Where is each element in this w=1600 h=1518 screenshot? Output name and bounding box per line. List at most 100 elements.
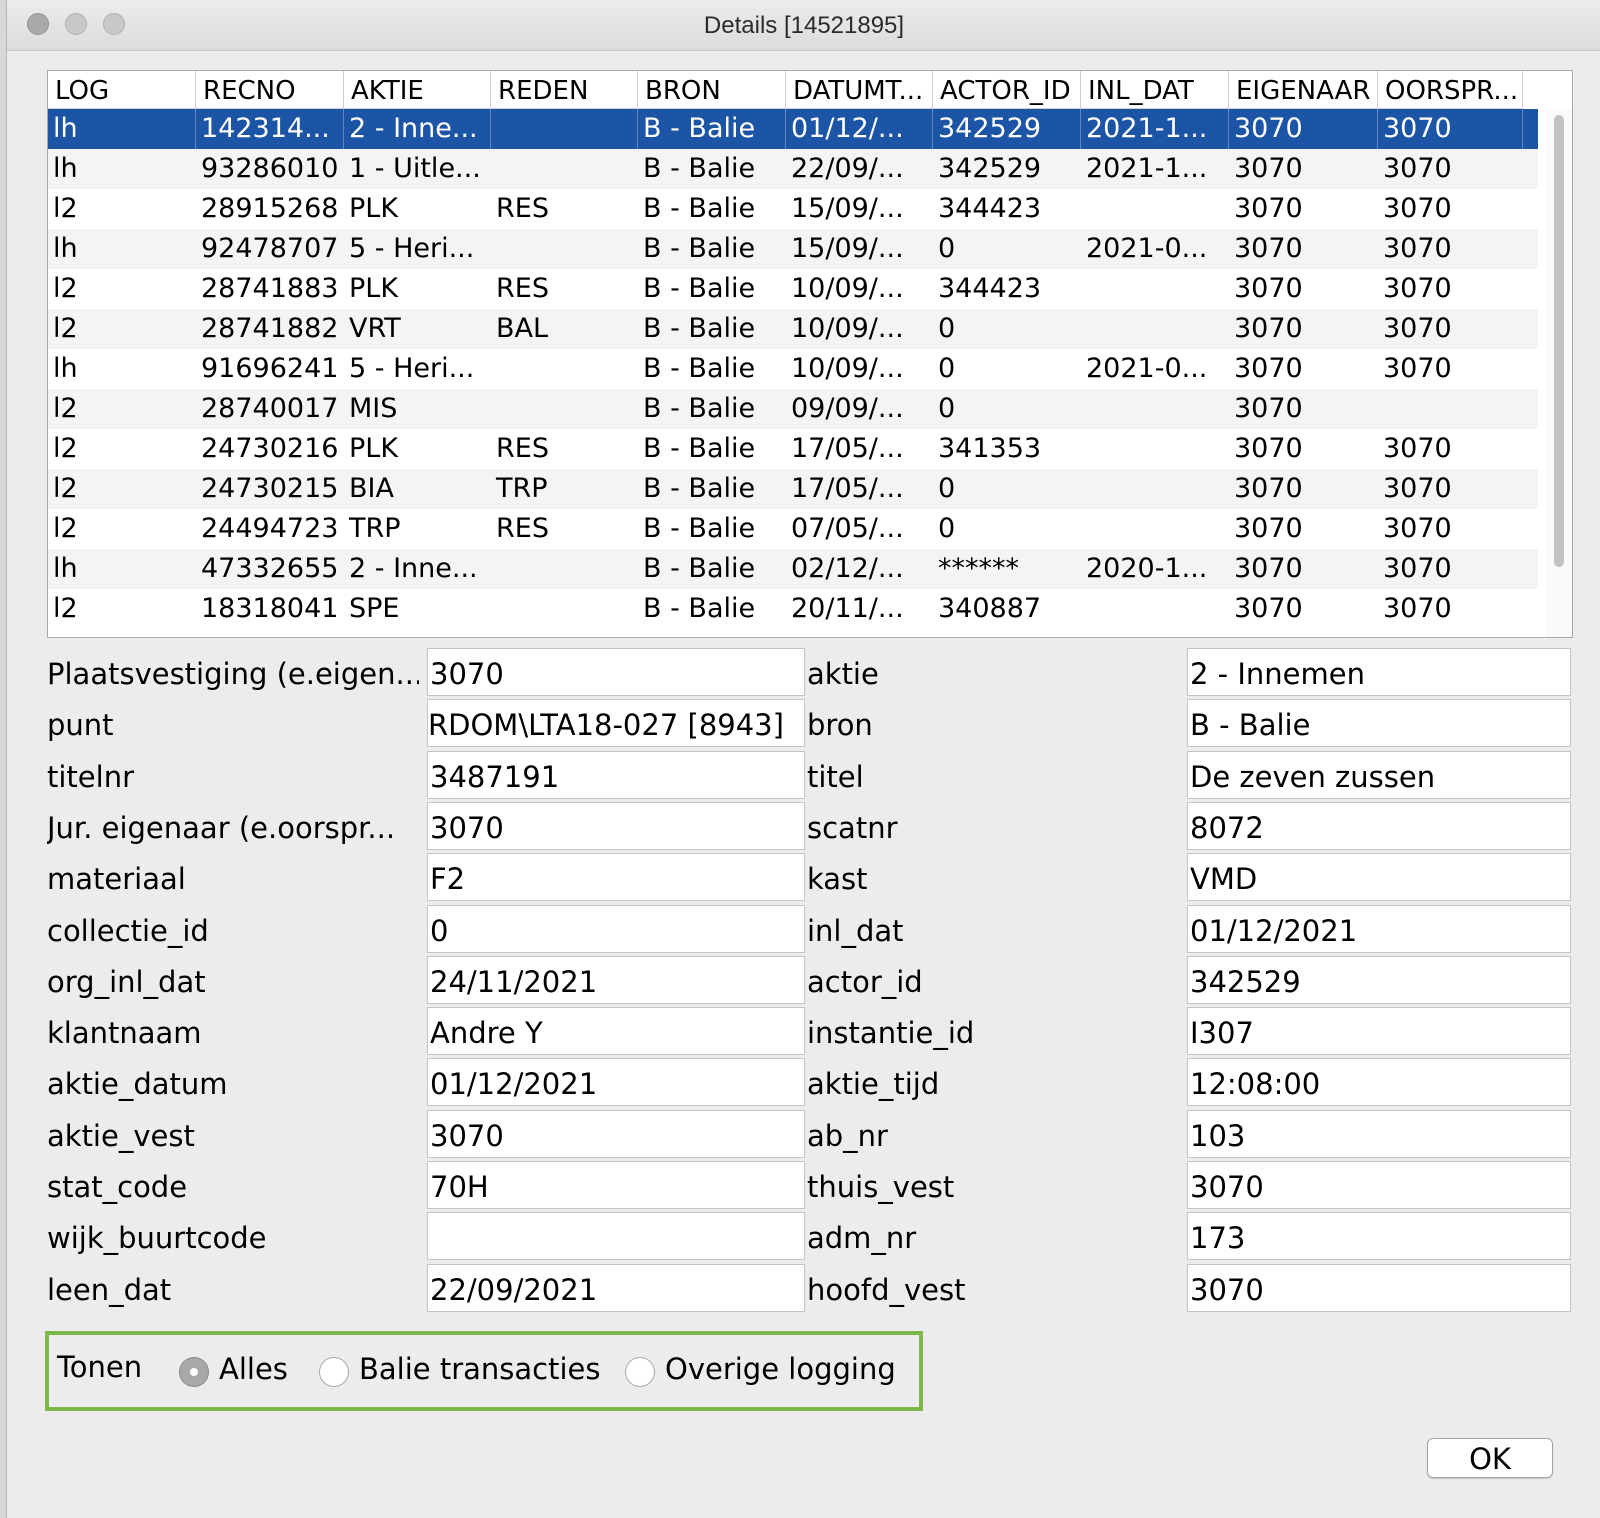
field-wijk-buurtcode[interactable]	[427, 1212, 805, 1260]
table-cell: 28741882	[201, 313, 339, 344]
table-scrollbar[interactable]	[1546, 109, 1572, 637]
field-ab-nr[interactable]: 103	[1187, 1110, 1571, 1158]
field-klantnaam[interactable]: Andre Y	[427, 1007, 805, 1055]
table-cell: 47332655	[201, 553, 339, 584]
table-row[interactable]: lh 91696241 5 - Heri... B - Balie 10/09/... 0…	[48, 349, 1538, 389]
table-row[interactable]: l2 24730216 PLK RES B - Balie 17/05/... 341353…	[48, 429, 1538, 469]
label-stat-code: stat_code	[47, 1170, 188, 1204]
window-title: Details [14521895]	[703, 12, 905, 39]
log-table[interactable]: LOG RECNO AKTIE REDEN BRON DATUMT... ACTOR_ID I…	[47, 70, 1573, 638]
table-cell	[491, 589, 638, 629]
table-cell: l2	[53, 313, 78, 344]
field-bron[interactable]: B - Balie	[1187, 699, 1571, 747]
radio-alles-label[interactable]: Alles	[219, 1349, 288, 1389]
label-org-inl-dat: org_inl_dat	[47, 965, 206, 999]
table-cell	[1081, 309, 1229, 349]
field-thuis-vest[interactable]: 3070	[1187, 1161, 1571, 1209]
table-row[interactable]: lh 93286010 1 - Uitle... B - Balie 22/09/...…	[48, 149, 1538, 189]
scrollbar-thumb[interactable]	[1554, 115, 1564, 567]
field-inl-dat[interactable]: 01/12/2021	[1187, 905, 1571, 953]
column-header[interactable]: REDEN	[491, 71, 638, 109]
table-cell: 2 - Inne...	[349, 553, 478, 584]
table-cell: 24494723	[201, 513, 339, 544]
table-row[interactable]: l2 18318041 SPE B - Balie 20/11/... 340887 307…	[48, 589, 1538, 629]
column-header[interactable]: OORSPR...	[1378, 71, 1523, 109]
field-aktie-tijd[interactable]: 12:08:00	[1187, 1058, 1571, 1106]
field-titel[interactable]: De zeven zussen	[1187, 751, 1571, 799]
table-cell	[491, 109, 638, 149]
column-header[interactable]: DATUMT...	[786, 71, 933, 109]
table-cell: 342529	[938, 153, 1042, 184]
table-cell: l2	[53, 593, 78, 624]
field-scatnr[interactable]: 8072	[1187, 802, 1571, 850]
radio-overige-logging[interactable]	[625, 1357, 655, 1387]
field-leen-dat[interactable]: 22/09/2021	[427, 1264, 805, 1312]
table-cell: 344423	[938, 193, 1042, 224]
column-header[interactable]: RECNO	[196, 71, 344, 109]
field-kast[interactable]: VMD	[1187, 853, 1571, 901]
table-cell: 0	[938, 233, 956, 264]
table-row[interactable]: l2 28915268 PLK RES B - Balie 15/09/... 344423…	[48, 189, 1538, 229]
radio-overige-logging-label[interactable]: Overige logging	[665, 1349, 896, 1389]
label-instantie-id: instantie_id	[807, 1016, 975, 1050]
table-cell: 342529	[933, 109, 1081, 149]
table-cell: B - Balie	[643, 153, 756, 184]
ok-button[interactable]: OK	[1427, 1438, 1553, 1478]
table-row[interactable]: l2 28740017 MIS B - Balie 09/09/... 0 3070	[48, 389, 1538, 429]
field-org-inl-dat[interactable]: 24/11/2021	[427, 956, 805, 1004]
field-stat-code[interactable]: 70H	[427, 1161, 805, 1209]
table-row[interactable]: l2 24494723 TRP RES B - Balie 07/05/... 0 3070 3…	[48, 509, 1538, 549]
table-cell: 0	[938, 473, 956, 504]
table-cell: B - Balie	[643, 473, 756, 504]
field-adm-nr[interactable]: 173	[1187, 1212, 1571, 1260]
table-row[interactable]: l2 24730215 BIA TRP B - Balie 17/05/... 0 3070 3…	[48, 469, 1538, 509]
field-plaatsvestiging-e-eigen[interactable]: 3070	[427, 648, 805, 696]
column-header[interactable]: AKTIE	[344, 71, 491, 109]
table-row[interactable]: l2 28741882 VRT BAL B - Balie 10/09/... 0 3070 3…	[48, 309, 1538, 349]
field-jur-eigenaar-e-oorspr[interactable]: 3070	[427, 802, 805, 850]
table-cell: 2021-0...	[1086, 233, 1208, 264]
title-bar[interactable]: Details [14521895]	[7, 0, 1600, 51]
table-cell: 341353	[938, 433, 1042, 464]
table-cell: 0	[938, 513, 956, 544]
table-cell: BAL	[496, 313, 549, 344]
table-row[interactable]: lh 142314... 2 - Inne... B - Balie 01/12/...…	[48, 109, 1538, 149]
details-dialog: Details [14521895] LOG RECNO AKTIE REDEN BRO…	[6, 0, 1600, 1518]
column-header[interactable]: ACTOR_ID	[933, 71, 1081, 109]
field-aktie[interactable]: 2 - Innemen	[1187, 648, 1571, 696]
field-materiaal[interactable]: F2	[427, 853, 805, 901]
table-row[interactable]: l2 28741883 PLK RES B - Balie 10/09/... 344423…	[48, 269, 1538, 309]
table-cell: 02/12/...	[791, 553, 904, 584]
table-row[interactable]: lh 92478707 5 - Heri... B - Balie 15/09/... 0…	[48, 229, 1538, 269]
table-cell: 18318041	[201, 593, 339, 624]
table-cell: ******	[938, 553, 1019, 584]
field-punt[interactable]: RDOM\LTA18-027 [8943]	[427, 699, 805, 747]
table-row[interactable]: lh 47332655 2 - Inne... B - Balie 02/12/... *…	[48, 549, 1538, 589]
label-inl-dat: inl_dat	[807, 914, 904, 948]
radio-alles[interactable]	[179, 1357, 209, 1387]
table-cell: 3070	[1383, 313, 1452, 344]
column-header[interactable]: EIGENAAR	[1229, 71, 1378, 109]
table-cell	[491, 549, 638, 589]
field-aktie-vest[interactable]: 3070	[427, 1110, 805, 1158]
field-collectie-id[interactable]: 0	[427, 905, 805, 953]
radio-balie-transacties[interactable]	[319, 1357, 349, 1387]
column-header[interactable]: BRON	[638, 71, 786, 109]
column-header[interactable]: LOG	[48, 71, 196, 109]
table-cell: 3070	[1234, 393, 1303, 424]
table-cell: BIA	[349, 473, 394, 504]
column-header[interactable]: INL_DAT	[1081, 71, 1229, 109]
table-cell: B - Balie	[643, 193, 756, 224]
radio-balie-transacties-label[interactable]: Balie transacties	[359, 1349, 601, 1389]
table-cell: 2021-1...	[1081, 109, 1229, 149]
field-instantie-id[interactable]: I307	[1187, 1007, 1571, 1055]
table-cell: 3070	[1383, 593, 1452, 624]
field-hoofd-vest[interactable]: 3070	[1187, 1264, 1571, 1312]
label-titelnr: titelnr	[47, 760, 134, 794]
table-cell: 3070	[1234, 233, 1303, 264]
field-titelnr[interactable]: 3487191	[427, 751, 805, 799]
table-cell: 24730215	[201, 473, 339, 504]
field-aktie-datum[interactable]: 01/12/2021	[427, 1058, 805, 1106]
table-cell: 0	[938, 353, 956, 384]
field-actor-id[interactable]: 342529	[1187, 956, 1571, 1004]
